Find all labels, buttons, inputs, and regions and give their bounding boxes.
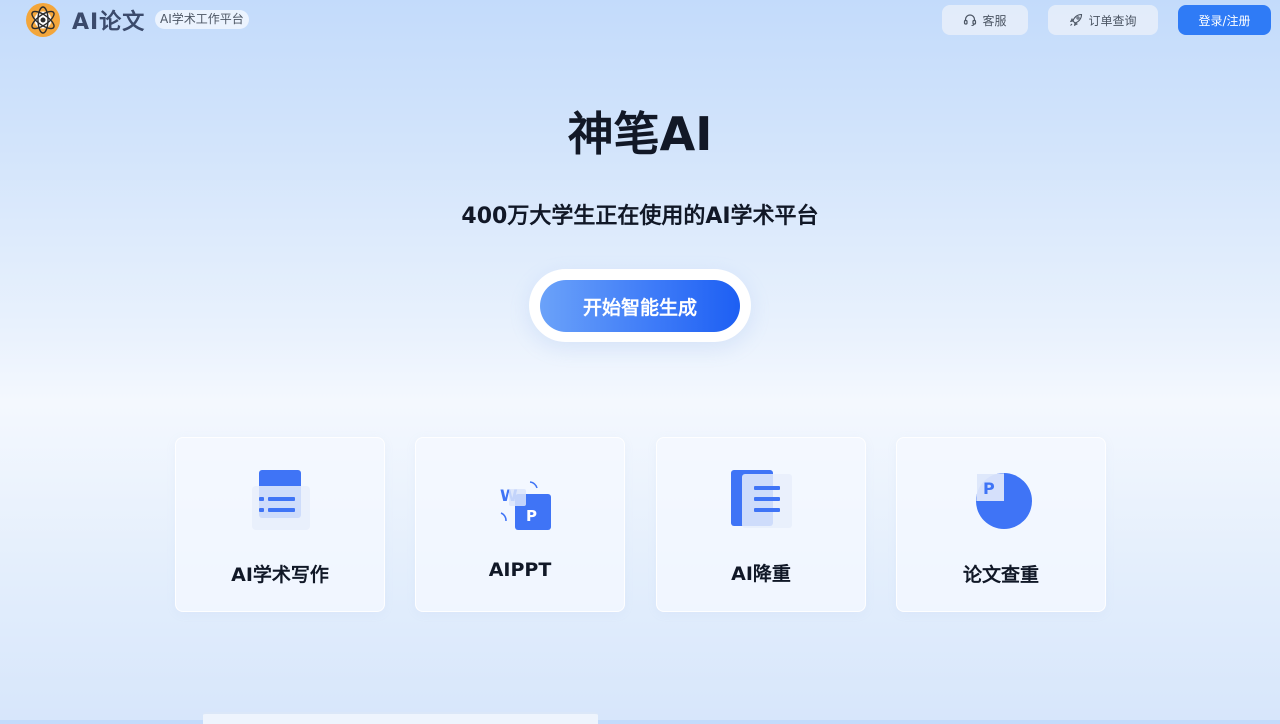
- feature-label: AI学术写作: [231, 564, 329, 586]
- brand-tagline: AI学术工作平台: [155, 10, 249, 29]
- feature-card-aippt[interactable]: W P AIPPT: [415, 437, 625, 612]
- feature-label: 论文查重: [962, 564, 1039, 586]
- customer-service-button[interactable]: 客服: [942, 5, 1028, 35]
- feature-card-academic-writing[interactable]: AI学术写作: [175, 437, 385, 612]
- hero-subtitle: 400万大学生正在使用的AI学术平台: [461, 204, 819, 229]
- feature-card-plagiarism-check[interactable]: P 论文查重: [896, 437, 1106, 612]
- feature-label: AI降重: [731, 563, 791, 585]
- headset-icon: [963, 13, 977, 27]
- login-register-button[interactable]: 登录/注册: [1178, 5, 1271, 35]
- plagiarism-check-icon: P: [971, 466, 1033, 530]
- order-query-button[interactable]: 订单查询: [1048, 5, 1158, 35]
- feature-label: AIPPT: [488, 559, 552, 581]
- rewrite-document-icon: [731, 466, 793, 530]
- preview-strip: [203, 712, 598, 724]
- svg-text:P: P: [983, 479, 995, 498]
- word-to-ppt-icon: W P: [490, 466, 552, 530]
- feature-card-ai-rewrite[interactable]: AI降重: [656, 437, 866, 612]
- document-list-icon: [250, 466, 312, 530]
- customer-service-label: 客服: [982, 13, 1007, 28]
- order-query-label: 订单查询: [1088, 13, 1137, 28]
- top-bar: AI论文 AI学术工作平台 客服 订单查询 登录/注册: [0, 0, 1280, 40]
- start-generate-button[interactable]: 开始智能生成: [540, 280, 740, 332]
- rocket-icon: [1069, 13, 1083, 27]
- logo-icon[interactable]: [26, 3, 60, 37]
- brand-name[interactable]: AI论文: [72, 4, 145, 36]
- hero-title: 神笔AI: [567, 107, 713, 161]
- svg-text:P: P: [526, 507, 537, 525]
